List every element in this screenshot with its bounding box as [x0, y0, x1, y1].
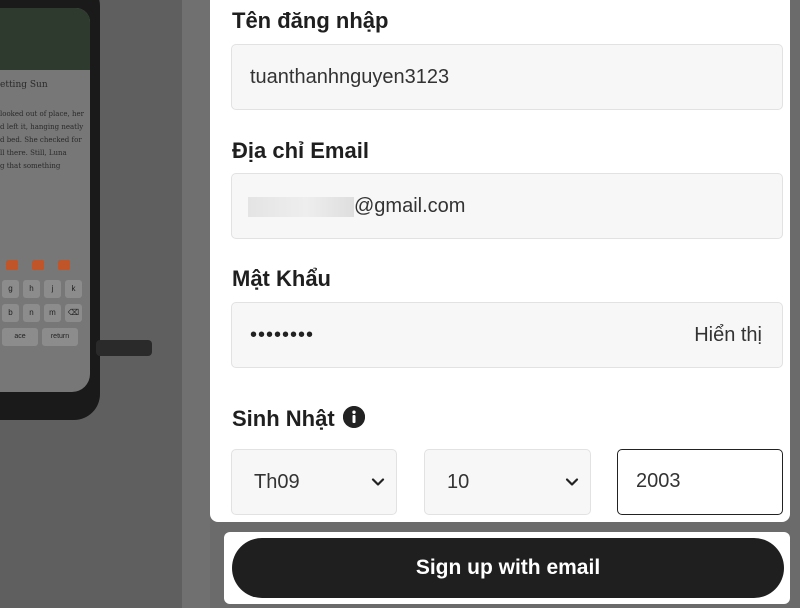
birthday-label: Sinh Nhật — [232, 406, 335, 431]
email-label: Địa chỉ Email — [232, 138, 369, 163]
keyboard-return-key: return — [42, 328, 78, 346]
birth-day-select[interactable]: 10 — [424, 449, 591, 515]
chevron-down-icon — [565, 478, 579, 486]
keyboard-key: g — [2, 280, 19, 298]
keyboard-key: h — [23, 280, 40, 298]
background-strip — [182, 0, 210, 608]
email-field[interactable]: @gmail.com — [231, 173, 783, 239]
comment-icon — [58, 260, 70, 270]
email-redacted-block — [248, 196, 354, 217]
keyboard-key: k — [65, 280, 82, 298]
phone-text-line: d bed. She checked for — [0, 136, 82, 144]
birth-year-value: 2003 — [636, 470, 681, 492]
show-password-toggle[interactable]: Hiển thị — [694, 303, 762, 367]
keyboard-key: b — [2, 304, 19, 322]
birthday-label-row: Sinh Nhật — [232, 406, 365, 432]
password-field[interactable]: •••••••• Hiển thị — [231, 302, 783, 368]
signup-with-email-button[interactable]: Sign up with email — [232, 538, 784, 598]
phone-story-title: etting Sun — [0, 80, 48, 90]
birth-month-select[interactable]: Th09 — [231, 449, 397, 515]
birth-month-value: Th09 — [254, 471, 300, 493]
email-value-suffix: @gmail.com — [354, 195, 466, 217]
info-icon[interactable] — [342, 406, 365, 429]
birth-day-value: 10 — [447, 471, 470, 493]
phone-toolbar-icons — [6, 260, 90, 274]
image-icon — [6, 260, 18, 270]
signup-form-panel: Tên đăng nhập tuanthanhnguyen3123 Địa ch… — [210, 0, 790, 522]
phone-text-line: d left it, hanging neatly — [0, 123, 84, 131]
username-field[interactable]: tuanthanhnguyen3123 — [231, 44, 783, 110]
video-icon — [32, 260, 44, 270]
username-label: Tên đăng nhập — [232, 8, 389, 33]
phone-keyboard: g h j k b n m ⌫ ace return — [0, 280, 90, 352]
keyboard-space-key: ace — [2, 328, 38, 346]
phone-screen: etting Sun looked out of place, her d le… — [0, 8, 90, 392]
keyboard-key: n — [23, 304, 40, 322]
phone-cable — [96, 340, 152, 356]
keyboard-key: m — [44, 304, 61, 322]
username-value: tuanthanhnguyen3123 — [250, 66, 450, 88]
phone-text-line: ll there. Still, Luna — [0, 149, 67, 157]
keyboard-key: ⌫ — [65, 304, 82, 322]
background-phone-mockup: etting Sun looked out of place, her d le… — [0, 0, 182, 608]
phone-text-line: looked out of place, her — [0, 110, 84, 118]
birth-year-input[interactable]: 2003 — [617, 449, 783, 515]
phone-illustration: etting Sun looked out of place, her d le… — [0, 0, 100, 420]
chevron-down-icon — [371, 478, 385, 486]
password-label: Mật Khẩu — [232, 266, 331, 291]
signup-button-container: Sign up with email — [224, 532, 790, 604]
phone-text-line: g that something — [0, 162, 61, 170]
phone-cover-image — [0, 8, 90, 70]
keyboard-key: j — [44, 280, 61, 298]
password-value: •••••••• — [250, 324, 315, 346]
phone-story-text: looked out of place, her d left it, hang… — [0, 108, 90, 173]
